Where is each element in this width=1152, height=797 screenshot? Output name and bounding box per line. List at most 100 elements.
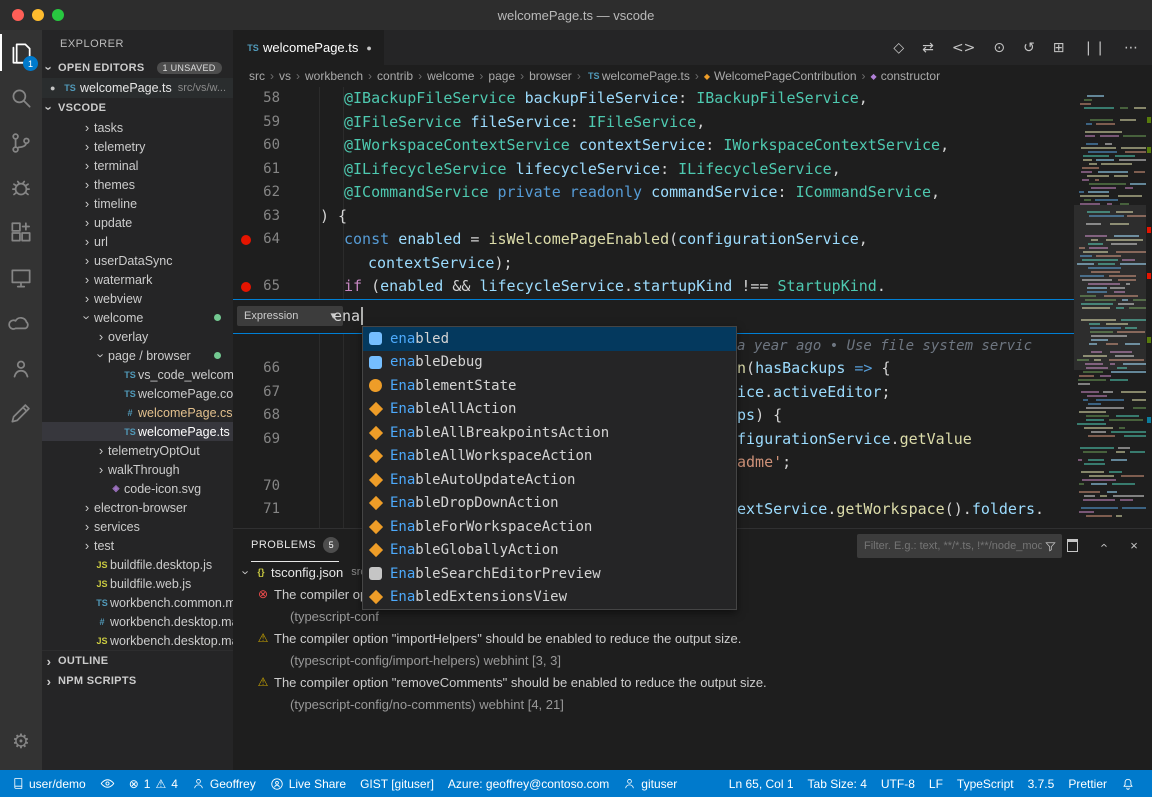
breadcrumb-item[interactable]: vs — [279, 69, 291, 83]
breadcrumb-file[interactable]: welcomePage.ts — [602, 69, 690, 83]
tree-item[interactable]: TSwelcomePage.contri... — [42, 384, 233, 403]
suggestion-item[interactable]: EnableDropDownAction — [363, 492, 736, 516]
tree-item[interactable]: ›test — [42, 536, 233, 555]
suggestion-item[interactable]: EnableAllWorkspaceAction — [363, 445, 736, 469]
tree-item[interactable]: ◈code-icon.svg — [42, 479, 233, 498]
tree-item[interactable]: ›walkThrough — [42, 460, 233, 479]
split-editor-icon[interactable]: ❘❘ — [1083, 40, 1106, 56]
tree-item[interactable]: TSvs_code_welcome_pa... — [42, 365, 233, 384]
run-icon[interactable]: ⊙ — [993, 40, 1005, 56]
suggestion-item[interactable]: EnableSearchEditorPreview — [363, 562, 736, 586]
tree-item[interactable]: JSworkbench.desktop.main... — [42, 631, 233, 650]
tree-item[interactable]: ›url — [42, 232, 233, 251]
open-changes-icon[interactable]: ◇ — [893, 40, 904, 56]
breadcrumb-item[interactable]: workbench — [305, 69, 363, 83]
breakpoint-condition-dropdown[interactable]: Expression ▾ — [237, 306, 343, 326]
tree-item[interactable]: ›overlay — [42, 327, 233, 346]
tree-item[interactable]: ›welcome — [42, 308, 233, 327]
tree-item[interactable]: ›update — [42, 213, 233, 232]
status-encoding[interactable]: UTF-8 — [874, 770, 922, 797]
activity-live-share-icon[interactable] — [0, 345, 42, 390]
tree-item[interactable]: JSbuildfile.web.js — [42, 574, 233, 593]
tree-item[interactable]: TSwelcomePage.ts — [42, 422, 233, 441]
tree-item[interactable]: #workbench.desktop.main... — [42, 612, 233, 631]
problems-filter-input[interactable] — [862, 539, 1044, 553]
activity-remote-explorer-icon[interactable] — [0, 255, 42, 300]
modified-dot-icon[interactable]: ● — [366, 43, 371, 53]
suggestion-item[interactable]: EnableAllBreakpointsAction — [363, 421, 736, 445]
tab-problems[interactable]: PROBLEMS 5 — [251, 529, 339, 562]
status-ts-version[interactable]: 3.7.5 — [1021, 770, 1062, 797]
code-icon[interactable]: <> — [952, 40, 975, 56]
overview-ruler[interactable] — [1146, 87, 1152, 528]
status-account[interactable]: gituser — [616, 770, 684, 797]
status-azure[interactable]: Azure: geoffrey@contoso.com — [441, 770, 616, 797]
minimap-slider[interactable] — [1074, 205, 1146, 370]
tree-item[interactable]: ›telemetryOptOut — [42, 441, 233, 460]
breadcrumb-item[interactable]: page — [488, 69, 515, 83]
tree-item[interactable]: ›userDataSync — [42, 251, 233, 270]
tree-item[interactable]: ›terminal — [42, 156, 233, 175]
tree-item[interactable]: ›services — [42, 517, 233, 536]
status-repo[interactable]: user/demo — [4, 770, 93, 797]
activity-explorer-icon[interactable]: 1 — [0, 30, 42, 75]
status-notifications[interactable] — [1114, 770, 1142, 797]
suggestion-item[interactable]: enabled — [363, 327, 736, 351]
breadcrumb-item[interactable]: src — [249, 69, 265, 83]
status-problems[interactable]: ⊗ 1 ⚠ 4 — [122, 770, 185, 797]
status-screencast[interactable] — [93, 770, 122, 797]
tree-item[interactable]: JSbuildfile.desktop.js — [42, 555, 233, 574]
suggestion-item[interactable]: EnableAllAction — [363, 398, 736, 422]
status-user[interactable]: Geoffrey — [185, 770, 263, 797]
close-panel-icon[interactable]: × — [1126, 537, 1142, 553]
minimap[interactable] — [1074, 87, 1146, 528]
suggestion-item[interactable]: EnablementState — [363, 374, 736, 398]
tree-item[interactable]: ›electron-browser — [42, 498, 233, 517]
more-actions-icon[interactable]: ⋯ — [1124, 40, 1138, 56]
settings-gear-icon[interactable]: ⚙ — [0, 719, 42, 764]
activity-extensions-icon[interactable] — [0, 210, 42, 255]
suggestion-item[interactable]: EnabledExtensionsView — [363, 586, 736, 610]
tree-item[interactable]: ›timeline — [42, 194, 233, 213]
breadcrumb-symbol[interactable]: constructor — [881, 69, 940, 83]
tree-item[interactable]: ›page / browser — [42, 346, 233, 365]
status-tab-size[interactable]: Tab Size: 4 — [801, 770, 874, 797]
status-eol[interactable]: LF — [922, 770, 950, 797]
suggestion-item[interactable]: EnableForWorkspaceAction — [363, 515, 736, 539]
filter-funnel-icon[interactable] — [1044, 540, 1057, 553]
tree-item[interactable]: ›webview — [42, 289, 233, 308]
tab-welcomepage-ts[interactable]: TS welcomePage.ts ● — [233, 30, 384, 65]
layout-icon[interactable]: ⊞ — [1053, 40, 1065, 56]
status-live-share[interactable]: Live Share — [263, 770, 353, 797]
status-formatter[interactable]: Prettier — [1061, 770, 1114, 797]
breakpoint-icon[interactable] — [241, 282, 251, 292]
breakpoint-icon[interactable] — [241, 235, 251, 245]
tree-item[interactable]: TSworkbench.common.mai... — [42, 593, 233, 612]
npm-scripts-header[interactable]: › NPM SCRIPTS — [42, 671, 233, 691]
suggestion-item[interactable]: EnableAutoUpdateAction — [363, 468, 736, 492]
breadcrumb-item[interactable]: browser — [529, 69, 572, 83]
activity-source-control-icon[interactable] — [0, 120, 42, 165]
status-gist[interactable]: GIST [gituser] — [353, 770, 441, 797]
minimize-window-button[interactable] — [32, 9, 44, 21]
activity-custom-tool-icon[interactable] — [0, 390, 42, 435]
suggestion-item[interactable]: EnableGloballyAction — [363, 539, 736, 563]
breadcrumb-item[interactable]: contrib — [377, 69, 413, 83]
open-editor-item[interactable]: ● TS welcomePage.ts src/vs/w... — [42, 78, 233, 98]
tree-item[interactable]: ›tasks — [42, 118, 233, 137]
tree-item[interactable]: ›themes — [42, 175, 233, 194]
open-editors-header[interactable]: › OPEN EDITORS 1 UNSAVED — [42, 58, 233, 78]
breadcrumb-item[interactable]: welcome — [427, 69, 474, 83]
folder-root-header[interactable]: › VSCODE — [42, 98, 233, 118]
tree-item[interactable]: ›watermark — [42, 270, 233, 289]
tree-item[interactable]: #welcomePage.css2 — [42, 403, 233, 422]
history-icon[interactable]: ↺ — [1023, 40, 1035, 56]
status-language[interactable]: TypeScript — [950, 770, 1021, 797]
activity-azure-icon[interactable] — [0, 300, 42, 345]
maximize-panel-icon[interactable]: › — [1095, 537, 1111, 553]
outline-header[interactable]: › OUTLINE — [42, 650, 233, 671]
problem-item[interactable]: ⚠The compiler option "removeComments" sh… — [233, 671, 1152, 715]
breadcrumb-symbol[interactable]: WelcomePageContribution — [714, 69, 857, 83]
activity-debug-icon[interactable] — [0, 165, 42, 210]
suggestion-item[interactable]: enableDebug — [363, 351, 736, 375]
